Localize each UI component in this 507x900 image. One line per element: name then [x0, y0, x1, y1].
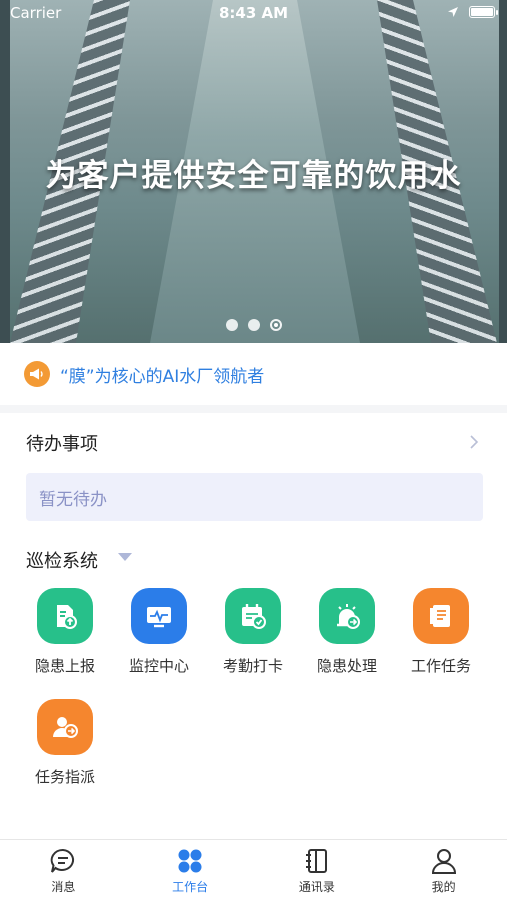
- location-arrow-icon: [448, 7, 458, 17]
- tab-label: 消息: [51, 880, 76, 894]
- work-task-icon: [413, 588, 469, 644]
- banner-carousel[interactable]: 为客户提供安全可靠的饮用水: [0, 0, 507, 343]
- carousel-dot-active[interactable]: [270, 319, 282, 331]
- grid-item-monitor-center[interactable]: 监控中心: [112, 588, 206, 676]
- hazard-report-icon: [37, 588, 93, 644]
- grid-item-label: 隐患上报: [34, 657, 95, 675]
- tab-label: 通讯录: [298, 880, 335, 894]
- monitor-center-icon: [131, 588, 187, 644]
- tab-bar: 消息 工作台 通讯录 我的: [0, 839, 507, 900]
- carousel-dot[interactable]: [248, 319, 260, 331]
- grid-item-label: 工作任务: [410, 657, 471, 675]
- status-icons: [447, 6, 498, 18]
- grid-item-hazard-report[interactable]: 隐患上报: [18, 588, 112, 676]
- grid-item-label: 隐患处理: [316, 657, 377, 675]
- banner-slogan: 为客户提供安全可靠的饮用水: [45, 158, 462, 194]
- attendance-icon: [225, 588, 281, 644]
- hazard-handle-icon: [319, 588, 375, 644]
- tab-messages[interactable]: 消息: [0, 840, 127, 900]
- patrol-system-selector[interactable]: 巡检系统: [26, 547, 98, 573]
- carousel-indicator: [226, 319, 282, 331]
- grid-item-label: 考勤打卡: [222, 657, 283, 675]
- tab-label: 我的: [431, 880, 456, 894]
- tab-label: 工作台: [172, 880, 209, 894]
- grid-item-attendance[interactable]: 考勤打卡: [206, 588, 300, 676]
- profile-icon: [431, 849, 456, 874]
- task-assign-icon: [37, 699, 93, 755]
- message-icon: [51, 848, 75, 873]
- chevron-right-icon[interactable]: [469, 434, 479, 450]
- grid-item-work-task[interactable]: 工作任务: [394, 588, 488, 676]
- contacts-icon: [305, 849, 327, 873]
- caret-down-icon[interactable]: [118, 553, 132, 561]
- notice-text: “膜”为核心的AI水厂领航者: [60, 366, 265, 387]
- carousel-dot[interactable]: [226, 319, 238, 331]
- clock: 8:43 AM: [218, 4, 289, 22]
- todo-empty-state: 暂无待办: [26, 473, 483, 521]
- status-bar: Carrier 8:43 AM: [0, 0, 507, 26]
- grid-item-task-assign[interactable]: 任务指派: [18, 699, 112, 787]
- battery-icon: [469, 6, 498, 18]
- grid-item-hazard-handle[interactable]: 隐患处理: [300, 588, 394, 676]
- grid-item-label: 监控中心: [128, 657, 189, 675]
- workbench-icon: [178, 849, 202, 873]
- divider: [0, 405, 507, 413]
- tab-workbench[interactable]: 工作台: [127, 840, 254, 900]
- grid-item-label: 任务指派: [34, 768, 95, 786]
- megaphone-icon: [24, 361, 50, 387]
- tab-contacts[interactable]: 通讯录: [254, 840, 381, 900]
- notice-bar[interactable]: “膜”为核心的AI水厂领航者: [0, 343, 507, 405]
- todo-title: 待办事项: [26, 434, 98, 455]
- tab-profile[interactable]: 我的: [380, 840, 507, 900]
